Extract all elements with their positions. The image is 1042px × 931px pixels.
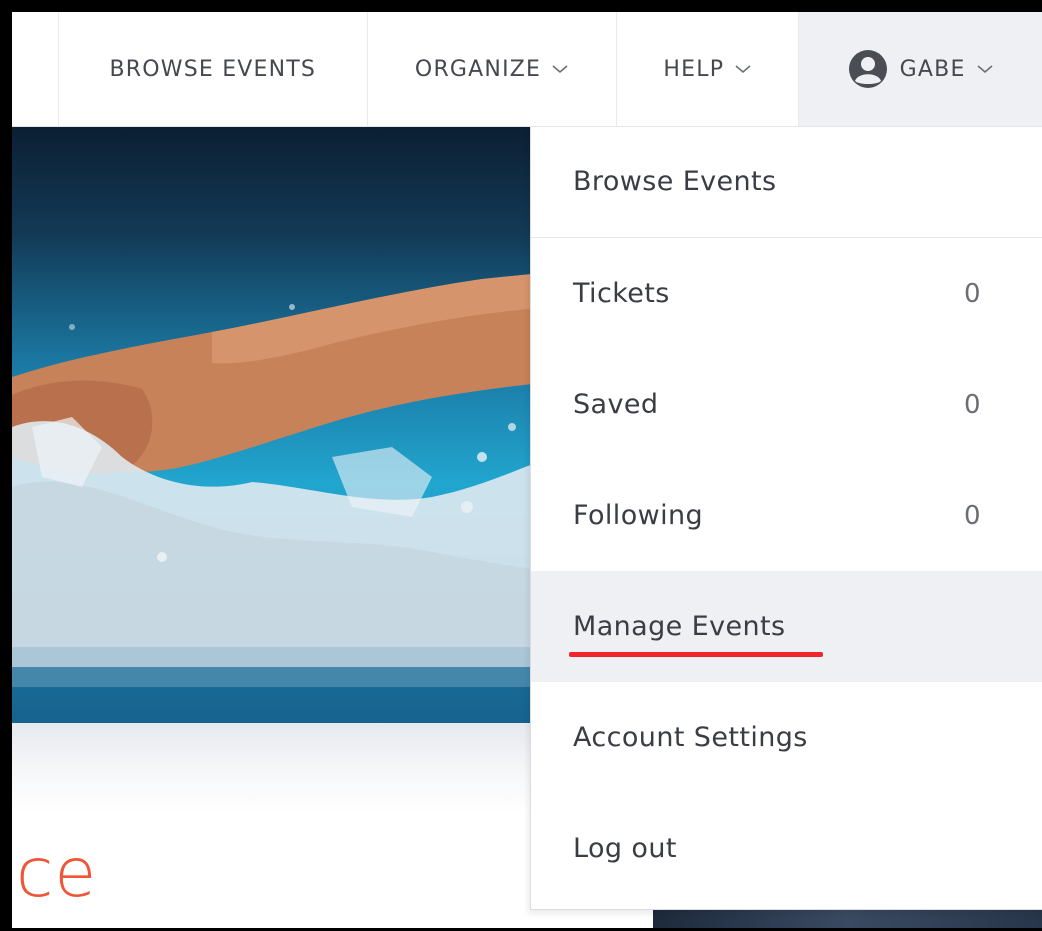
menu-item-label: Following bbox=[573, 500, 704, 531]
chevron-down-icon bbox=[552, 65, 568, 74]
page-frame: BROWSE EVENTS ORGANIZE HELP GABE ce Brow… bbox=[12, 12, 1042, 928]
nav-logo-area[interactable] bbox=[12, 12, 59, 126]
nav-help[interactable]: HELP bbox=[617, 12, 800, 126]
menu-item-account-settings[interactable]: Account Settings bbox=[531, 682, 1042, 793]
menu-item-log-out[interactable]: Log out bbox=[531, 793, 1042, 904]
menu-item-label: Account Settings bbox=[573, 722, 808, 753]
menu-item-label: Browse Events bbox=[573, 166, 777, 197]
menu-item-manage-events[interactable]: Manage Events bbox=[531, 571, 1042, 682]
menu-item-saved[interactable]: Saved 0 bbox=[531, 349, 1042, 460]
hero-headline-fragment: ce bbox=[16, 834, 98, 913]
menu-item-following[interactable]: Following 0 bbox=[531, 460, 1042, 571]
user-dropdown-menu: Browse Events Tickets 0 Saved 0 Followin… bbox=[530, 126, 1042, 910]
nav-user-label: GABE bbox=[899, 56, 966, 82]
menu-item-label: Tickets bbox=[573, 278, 670, 309]
chevron-down-icon bbox=[735, 65, 751, 74]
menu-item-browse-events[interactable]: Browse Events bbox=[531, 126, 1042, 238]
nav-browse-events[interactable]: BROWSE EVENTS bbox=[59, 12, 368, 126]
event-card-thumbnail[interactable] bbox=[653, 910, 1042, 928]
nav-browse-events-label: BROWSE EVENTS bbox=[109, 56, 317, 82]
nav-organize-label: ORGANIZE bbox=[414, 56, 542, 82]
menu-item-label: Manage Events bbox=[573, 611, 786, 642]
chevron-down-icon bbox=[977, 65, 993, 74]
top-nav: BROWSE EVENTS ORGANIZE HELP GABE bbox=[12, 12, 1042, 127]
nav-organize[interactable]: ORGANIZE bbox=[368, 12, 618, 126]
highlight-underline bbox=[569, 652, 823, 657]
menu-item-count: 0 bbox=[964, 500, 981, 531]
user-avatar-icon bbox=[848, 50, 887, 88]
menu-item-label: Log out bbox=[573, 833, 677, 864]
menu-item-label: Saved bbox=[573, 389, 659, 420]
menu-item-count: 0 bbox=[964, 389, 981, 420]
nav-help-label: HELP bbox=[663, 56, 725, 82]
menu-item-tickets[interactable]: Tickets 0 bbox=[531, 238, 1042, 349]
nav-user-menu[interactable]: GABE bbox=[799, 12, 1042, 126]
menu-item-count: 0 bbox=[964, 278, 981, 309]
